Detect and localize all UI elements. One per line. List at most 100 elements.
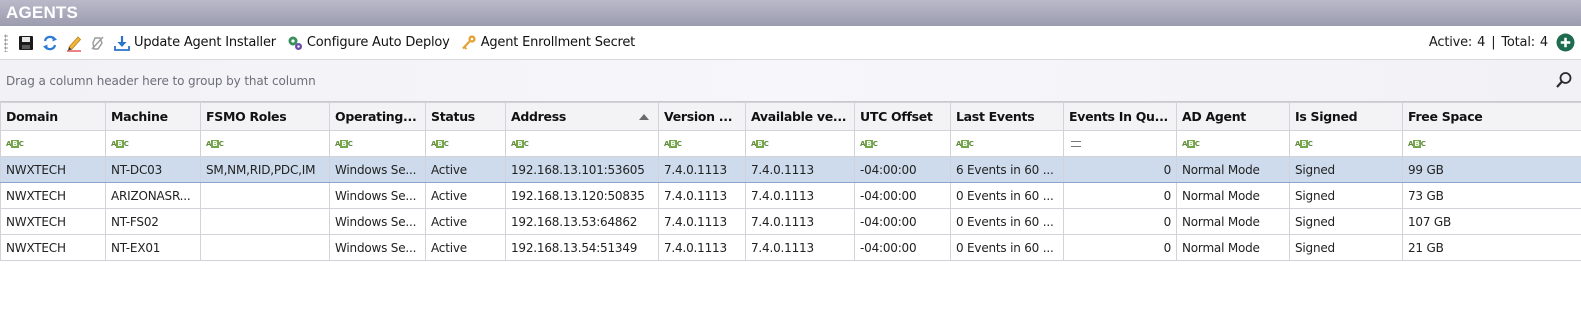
- table-cell: Active: [425, 156, 506, 183]
- column-filter-cell[interactable]: ABC: [745, 130, 855, 157]
- configure-auto-deploy-button[interactable]: Configure Auto Deploy: [283, 31, 453, 55]
- table-cell: Signed: [1289, 208, 1403, 235]
- table-cell: Active: [425, 234, 506, 261]
- table-row[interactable]: NWXTECH NT-EX01 Windows Se... Active 192.168…: [0, 234, 1581, 261]
- update-agent-installer-button[interactable]: Update Agent Installer: [110, 31, 279, 55]
- text-filter-icon: ABC: [206, 140, 224, 148]
- table-cell: Active: [425, 208, 506, 235]
- column-filter-cell[interactable]: ABC: [200, 130, 330, 157]
- refresh-icon: [43, 35, 57, 50]
- table-cell: 107 GB: [1402, 208, 1581, 235]
- table-cell: NWXTECH: [0, 182, 106, 209]
- toolbar-grip[interactable]: [4, 33, 8, 52]
- table-cell: 21 GB: [1402, 234, 1581, 261]
- column-header[interactable]: Available ve...: [745, 102, 855, 131]
- table-cell: -04:00:00: [854, 234, 951, 261]
- column-header[interactable]: Domain: [0, 102, 106, 131]
- table-cell: 7.4.0.1113: [658, 156, 746, 183]
- panel-title: AGENTS: [0, 0, 1581, 26]
- text-filter-icon: ABC: [1182, 140, 1200, 148]
- filter-row: ABC ABC ABC ABC ABC ABC ABC ABC ABC ABC ABC ABC ABC: [0, 130, 1581, 157]
- key-icon: [461, 34, 476, 50]
- column-header[interactable]: Is Signed: [1289, 102, 1403, 131]
- column-filter-cell[interactable]: ABC: [658, 130, 746, 157]
- column-header[interactable]: AD Agent: [1176, 102, 1290, 131]
- group-by-hint: Drag a column header here to group by th…: [6, 74, 316, 88]
- table-cell: 192.168.13.101:53605: [505, 156, 659, 183]
- column-filter-cell[interactable]: ABC: [425, 130, 506, 157]
- add-icon[interactable]: [1556, 33, 1575, 52]
- column-filter-cell[interactable]: ABC: [0, 130, 106, 157]
- table-cell: SM,NM,RID,PDC,IM: [200, 156, 330, 183]
- table-cell: 0: [1063, 208, 1177, 235]
- column-header[interactable]: Status: [425, 102, 506, 131]
- table-cell: 7.4.0.1113: [658, 182, 746, 209]
- column-filter-cell[interactable]: ABC: [105, 130, 201, 157]
- table-cell: 192.168.13.54:51349: [505, 234, 659, 261]
- table-row[interactable]: NWXTECH NT-DC03 SM,NM,RID,PDC,IM Windows Se…: [0, 156, 1581, 183]
- table-cell: NWXTECH: [0, 234, 106, 261]
- table-cell: Normal Mode: [1176, 182, 1290, 209]
- column-header[interactable]: Machine: [105, 102, 201, 131]
- table-cell: 7.4.0.1113: [745, 156, 855, 183]
- table-cell: 0: [1063, 234, 1177, 261]
- column-filter-cell[interactable]: ABC: [950, 130, 1064, 157]
- column-header[interactable]: Events In Qu...: [1063, 102, 1177, 131]
- table-row[interactable]: NWXTECH ARIZONASR... Windows Se... Active 19…: [0, 182, 1581, 209]
- total-count: 4: [1539, 35, 1548, 50]
- column-filter-cell[interactable]: [1063, 130, 1177, 157]
- table-cell: Windows Se...: [329, 156, 426, 183]
- text-filter-icon: ABC: [860, 140, 878, 148]
- column-header[interactable]: Last Events: [950, 102, 1064, 131]
- text-filter-icon: ABC: [956, 140, 974, 148]
- text-filter-icon: ABC: [111, 140, 129, 148]
- table-cell: 0 Events in 60 ...: [950, 234, 1064, 261]
- table-cell: 0: [1063, 182, 1177, 209]
- table-cell: -04:00:00: [854, 156, 951, 183]
- save-button[interactable]: [14, 31, 38, 55]
- text-filter-icon: ABC: [1408, 140, 1426, 148]
- table-cell: [200, 182, 330, 209]
- column-header-address[interactable]: Address: [505, 102, 659, 131]
- table-cell: 7.4.0.1113: [658, 208, 746, 235]
- column-header[interactable]: Version ...: [658, 102, 746, 131]
- column-filter-cell[interactable]: ABC: [1176, 130, 1290, 157]
- table-cell: 0 Events in 60 ...: [950, 208, 1064, 235]
- toolbar: Update Agent Installer Configure Auto De…: [0, 26, 1581, 60]
- agent-enrollment-secret-label: Agent Enrollment Secret: [480, 35, 636, 50]
- table-cell: Signed: [1289, 182, 1403, 209]
- agents-grid: Domain Machine FSMO Roles Operating... S…: [0, 102, 1581, 261]
- download-icon: [114, 35, 130, 51]
- refresh-button[interactable]: [38, 31, 62, 55]
- table-row[interactable]: NWXTECH NT-FS02 Windows Se... Active 192.168…: [0, 208, 1581, 235]
- table-cell: NT-EX01: [105, 234, 201, 261]
- column-header[interactable]: Operating...: [329, 102, 426, 131]
- remove-button[interactable]: [86, 31, 110, 55]
- column-filter-cell[interactable]: ABC: [854, 130, 951, 157]
- table-cell: NWXTECH: [0, 156, 106, 183]
- table-cell: Signed: [1289, 234, 1403, 261]
- column-filter-cell[interactable]: ABC: [1289, 130, 1403, 157]
- search-icon[interactable]: [1555, 71, 1573, 89]
- edit-button[interactable]: [62, 31, 86, 55]
- column-header[interactable]: FSMO Roles: [200, 102, 330, 131]
- column-filter-cell[interactable]: ABC: [329, 130, 426, 157]
- agent-counts: Active: 4 | Total: 4: [1429, 33, 1581, 52]
- agent-enrollment-secret-button[interactable]: Agent Enrollment Secret: [457, 31, 638, 55]
- active-count: 4: [1477, 35, 1486, 50]
- group-by-panel[interactable]: Drag a column header here to group by th…: [0, 60, 1581, 102]
- table-cell: 6 Events in 60 ...: [950, 156, 1064, 183]
- table-cell: Signed: [1289, 156, 1403, 183]
- column-filter-cell[interactable]: ABC: [505, 130, 659, 157]
- table-cell: 0 Events in 60 ...: [950, 182, 1064, 209]
- table-cell: [200, 208, 330, 235]
- table-cell: Normal Mode: [1176, 156, 1290, 183]
- text-filter-icon: ABC: [431, 140, 449, 148]
- save-icon: [19, 35, 33, 50]
- column-filter-cell[interactable]: ABC: [1402, 130, 1581, 157]
- table-cell: 192.168.13.120:50835: [505, 182, 659, 209]
- table-cell: -04:00:00: [854, 182, 951, 209]
- column-header[interactable]: Free Space: [1402, 102, 1581, 131]
- column-header[interactable]: UTC Offset: [854, 102, 951, 131]
- text-filter-icon: ABC: [751, 140, 769, 148]
